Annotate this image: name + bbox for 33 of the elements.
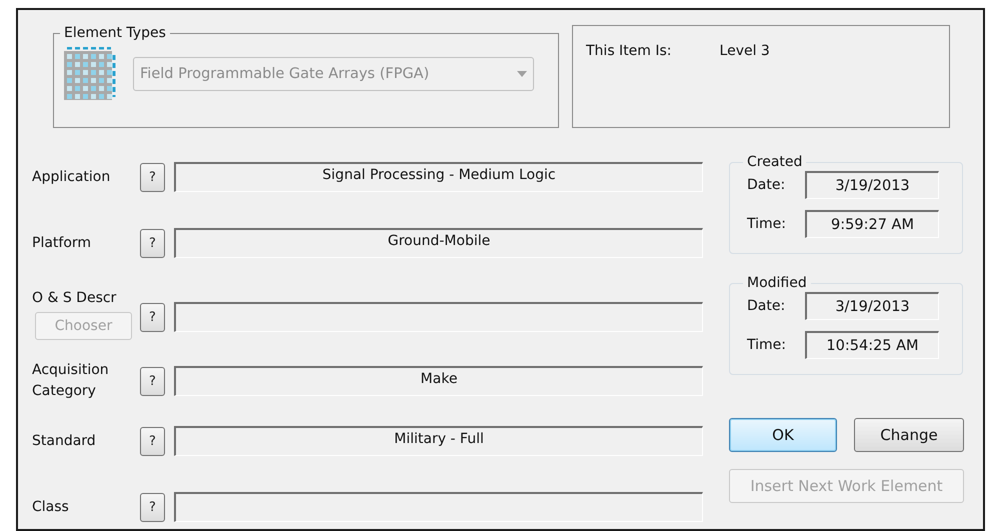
help-button[interactable]: ? xyxy=(140,492,165,522)
modified-field: 3/19/2013 xyxy=(805,292,939,320)
caret-icon xyxy=(517,70,527,76)
help-button[interactable]: ? xyxy=(140,162,165,192)
field-label: Date: xyxy=(747,177,786,193)
input-field: Signal Processing - Medium Logic xyxy=(174,162,703,192)
level-label: This Item Is: xyxy=(586,43,672,61)
group-title: Element Types xyxy=(63,25,167,41)
action-button[interactable]: OK xyxy=(729,418,837,452)
field-label: Time: xyxy=(747,216,787,232)
input-field: Military - Full xyxy=(174,426,703,456)
field-label: Time: xyxy=(747,337,787,353)
field-label: Application xyxy=(32,168,110,186)
created-field: 3/19/2013 xyxy=(805,171,939,199)
field-label: Class xyxy=(32,498,69,516)
field-label: Standard xyxy=(32,432,96,450)
help-button[interactable]: ? xyxy=(140,302,165,332)
input-field: Make xyxy=(174,366,703,396)
group-title: Created xyxy=(746,154,804,170)
field-label: Platform xyxy=(32,234,92,252)
input-field: Ground-Mobile xyxy=(174,228,703,258)
action-button[interactable]: Change xyxy=(854,418,964,452)
help-button[interactable]: ? xyxy=(140,228,165,258)
help-button[interactable]: ? xyxy=(140,426,165,456)
help-button[interactable]: ? xyxy=(140,366,165,396)
level-value: Level 3 xyxy=(720,43,770,61)
modified-field: 10:54:25 AM xyxy=(805,331,939,359)
created-field: 9:59:27 AM xyxy=(805,210,939,238)
field-label: Date: xyxy=(747,298,786,314)
field-label: Acquisition Category xyxy=(32,361,110,401)
chip-grid-icon xyxy=(64,47,117,100)
group-title: Modified xyxy=(746,275,808,291)
field-label: O & S Descr xyxy=(32,289,116,308)
